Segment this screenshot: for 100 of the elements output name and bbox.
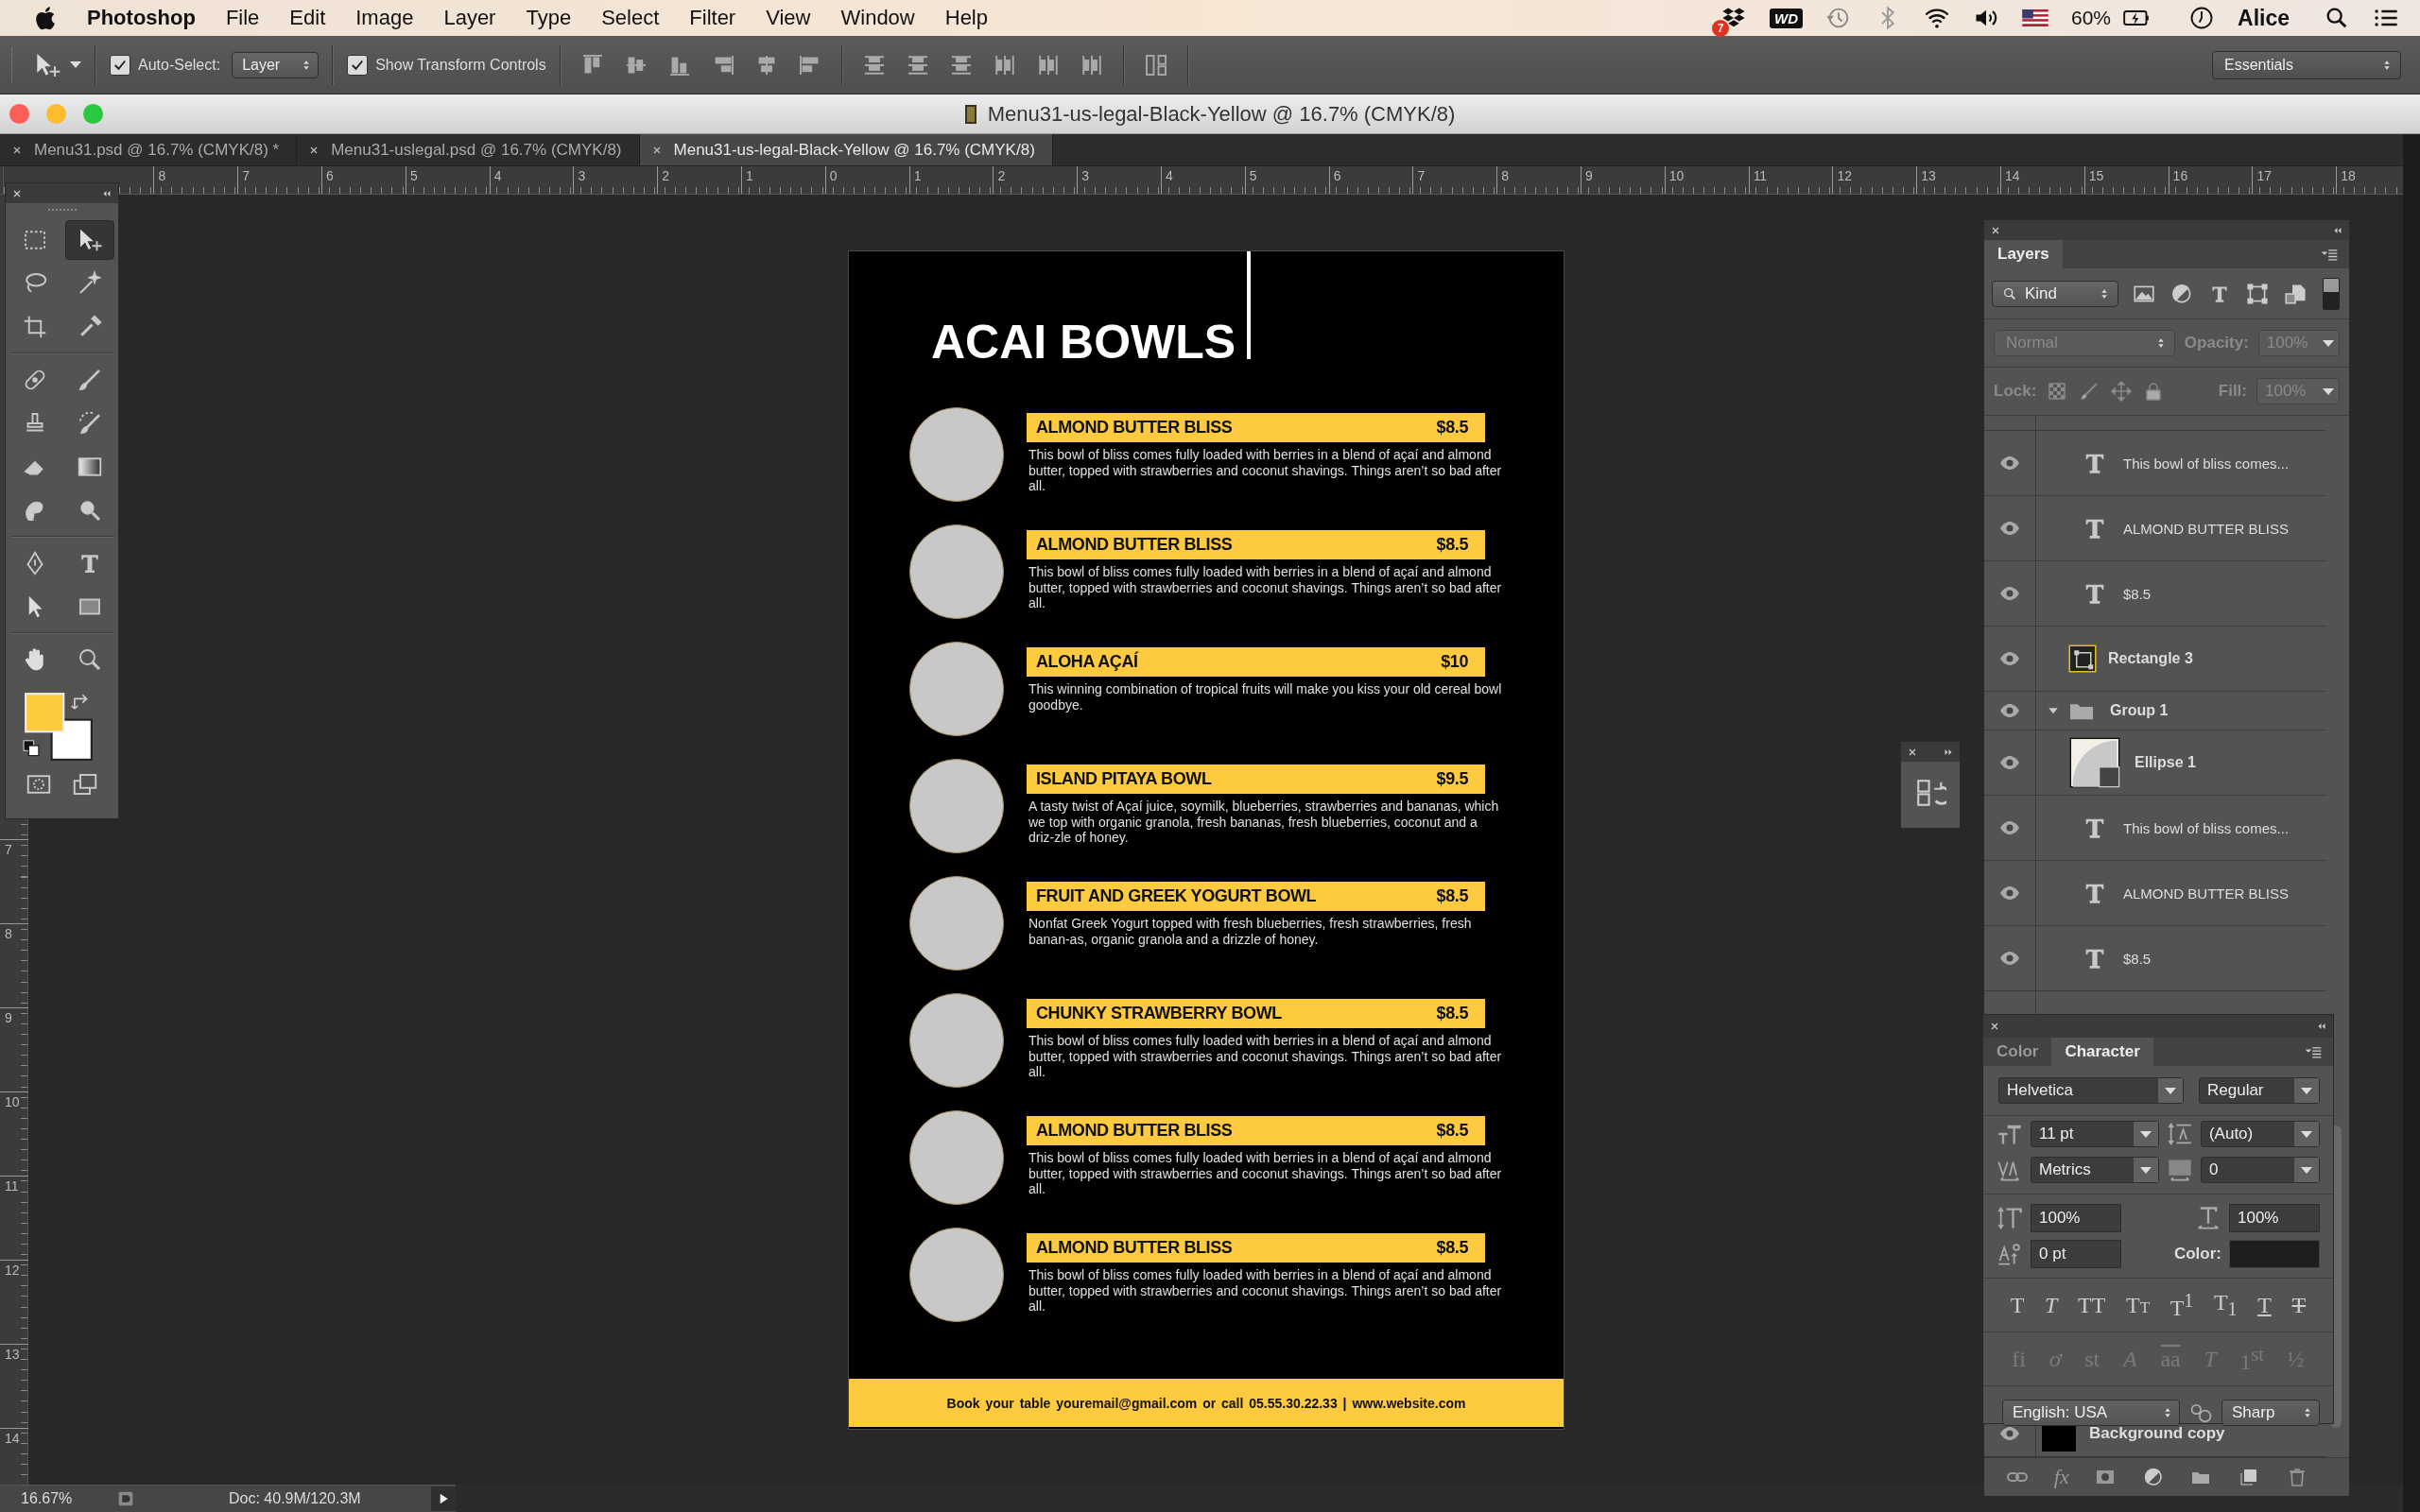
text-style-button[interactable]: TT [2126,1292,2151,1318]
item-description: This bowl of bliss comes fully loaded with berries in a blend of açaí and almond butter, topped with strawberries and coconut shavings. Things aren’t so bad after all. [1028,564,1503,611]
layer-row[interactable]: Group 1 [1984,692,2326,730]
menu-item[interactable]: View [766,6,811,30]
collapse-icon[interactable] [2316,1021,2327,1032]
caret-icon [2323,387,2334,395]
ruler-label: 0 [824,166,909,194]
filter-toggle[interactable] [2323,277,2340,310]
lock-position-icon[interactable] [2110,380,2134,403]
tracking-dropdown[interactable]: 0 [2200,1157,2320,1183]
document-tab[interactable]: Menu31-uslegal.psd @ 16.7% (CMYK/8) [297,134,640,165]
font-style-dropdown[interactable]: Regular [2199,1077,2320,1104]
menu-title: ACAI BOWLS [931,318,1236,366]
status-menu-button[interactable] [431,1486,456,1511]
baseline-shift-icon [1996,1241,2023,1267]
workspace-dropdown[interactable]: Essentials [2212,50,2401,79]
horizontal-scale-icon [2195,1205,2221,1231]
layer-row[interactable]: This bowl of bliss comes... [1984,796,2326,861]
color-label: Color: [2173,1245,2221,1263]
layer-row[interactable]: ALMOND BUTTER BLISS [1984,496,2326,561]
layer-row[interactable]: This bowl of bliss comes... [1984,431,2326,496]
flag-icon[interactable] [2022,9,2048,26]
color-swatches-drawing[interactable] [23,691,95,763]
item-name: FRUIT AND GREEK YOGURT BOWL [1036,886,1317,906]
ruler-label: 8 [1496,166,1582,194]
leading-dropdown[interactable]: (Auto) [2200,1121,2320,1147]
document-tab[interactable]: Menu31-us-legal-Black-Yellow @ 16.7% (CMYK/8) [639,134,1053,165]
battery-percent[interactable]: 60% [2071,7,2111,29]
ruler-label: 10 [0,1091,28,1176]
item-name: CHUNKY STRAWBERRY BOWL [1036,1004,1282,1023]
close-button[interactable] [9,104,29,124]
font-family-dropdown[interactable]: Helvetica [1998,1077,2184,1104]
target-dropdown[interactable]: Layer [232,51,320,78]
tool-button[interactable] [64,220,114,260]
app-menu[interactable]: Photoshop [87,6,196,30]
item-price: $9.5 [1436,769,1468,789]
search-icon [2002,285,2017,301]
menu-item[interactable]: Filter [689,6,736,30]
ruler-label: 11 [1748,166,1833,194]
layer-row[interactable]: $8.5 [1984,561,2326,627]
text-style-button[interactable]: TT [2078,1292,2106,1318]
language-dropdown[interactable]: English: USA [2002,1400,2180,1426]
history-icon[interactable] [1914,777,1946,809]
kerning-dropdown[interactable]: Metrics [2031,1157,2159,1183]
item-description: This bowl of bliss comes fully loaded with berries in a blend of açaí and almond butter, topped with strawberries and coconut shavings. Things aren’t so bad after all. [1028,1150,1503,1197]
document-tab[interactable]: Menu31.psd @ 16.7% (CMYK/8) * [0,134,298,165]
layer-name: This bowl of bliss comes... [2123,819,2290,836]
horizontal-scale-field[interactable]: 100% [2229,1204,2320,1232]
ruler-label: 4 [1161,166,1245,194]
drive-icon[interactable]: WD [1770,8,1803,28]
menu-item[interactable]: Type [526,6,572,30]
menu-item[interactable]: Help [944,6,988,30]
text-style-button[interactable]: T [2257,1292,2272,1318]
close-icon[interactable] [1989,1021,2000,1032]
text-style-button[interactable]: T [2291,1292,2307,1318]
ruler-label: 14 [2000,166,2084,194]
text-style-button[interactable]: T$^{1}$ [2169,1289,2194,1321]
menu-item[interactable]: Edit [289,6,326,30]
caret-icon[interactable] [70,61,81,68]
layer-row[interactable]: ALMOND BUTTER BLISS [1984,861,2326,926]
ruler-label: 5 [405,166,490,194]
text-style-button[interactable]: T [2010,1292,2025,1318]
ellipse-thumbnail [2068,736,2121,789]
layer-row[interactable]: $8.5 [1984,926,2326,991]
menu-item[interactable]: Layer [443,6,496,30]
auto-select-label: Auto-Select: [138,56,221,74]
layer-row[interactable]: Ellipse 1 [1984,730,2326,796]
caret-icon [2165,1087,2176,1094]
menu-item[interactable]: File [225,6,260,30]
text-style-button[interactable]: T [2045,1292,2058,1318]
ruler-label: 7 [237,166,322,194]
anti-alias-dropdown[interactable]: Sharp [2221,1400,2320,1426]
filter-dropdown[interactable]: Kind [1992,280,2118,307]
layer-row[interactable]: Rectangle 3 [1984,627,2326,692]
item-price: $8.5 [1436,535,1468,555]
checkbox[interactable] [110,54,130,76]
layer-name: This bowl of bliss comes... [2123,455,2290,472]
menu-item[interactable]: Image [355,6,414,30]
ruler-label: 13 [1916,166,2000,194]
shape-filter-icon[interactable] [2245,281,2270,306]
layer-name: ALMOND BUTTER BLISS [2123,520,2290,537]
panel-tab[interactable]: Character [2051,1038,2153,1066]
menu-item[interactable]: Select [601,6,660,30]
font-size-dropdown[interactable]: 11 pt [2031,1121,2159,1147]
text-style-button[interactable]: T$_{1}$ [2213,1290,2238,1320]
notification-badge: 7 [1712,20,1729,37]
panel-tab[interactable]: Color [1983,1038,2052,1066]
baseline-shift-field[interactable]: 0 pt [2031,1240,2121,1268]
panel-tab[interactable]: Layers [1984,240,2063,268]
item-price: $8.5 [1436,1121,1468,1141]
vertical-scale-icon [1996,1205,2023,1231]
vertical-scale-field[interactable]: 100% [2031,1204,2121,1232]
item-description: A tasty twist of Açaí juice, soymilk, blueberries, strawberries and bananas, which we top with organic granola, fresh bananas, fresh blueberries, coconut and a driz-zle of honey. [1028,799,1500,846]
leading-icon [2166,1121,2193,1147]
text-color-swatch[interactable] [2229,1240,2320,1268]
clock-icon[interactable] [2188,5,2215,31]
checkbox[interactable] [347,54,369,76]
ruler-label: 1 [908,166,994,194]
user-name[interactable]: Alice [2238,5,2290,31]
menu-item[interactable]: Window [840,6,915,30]
